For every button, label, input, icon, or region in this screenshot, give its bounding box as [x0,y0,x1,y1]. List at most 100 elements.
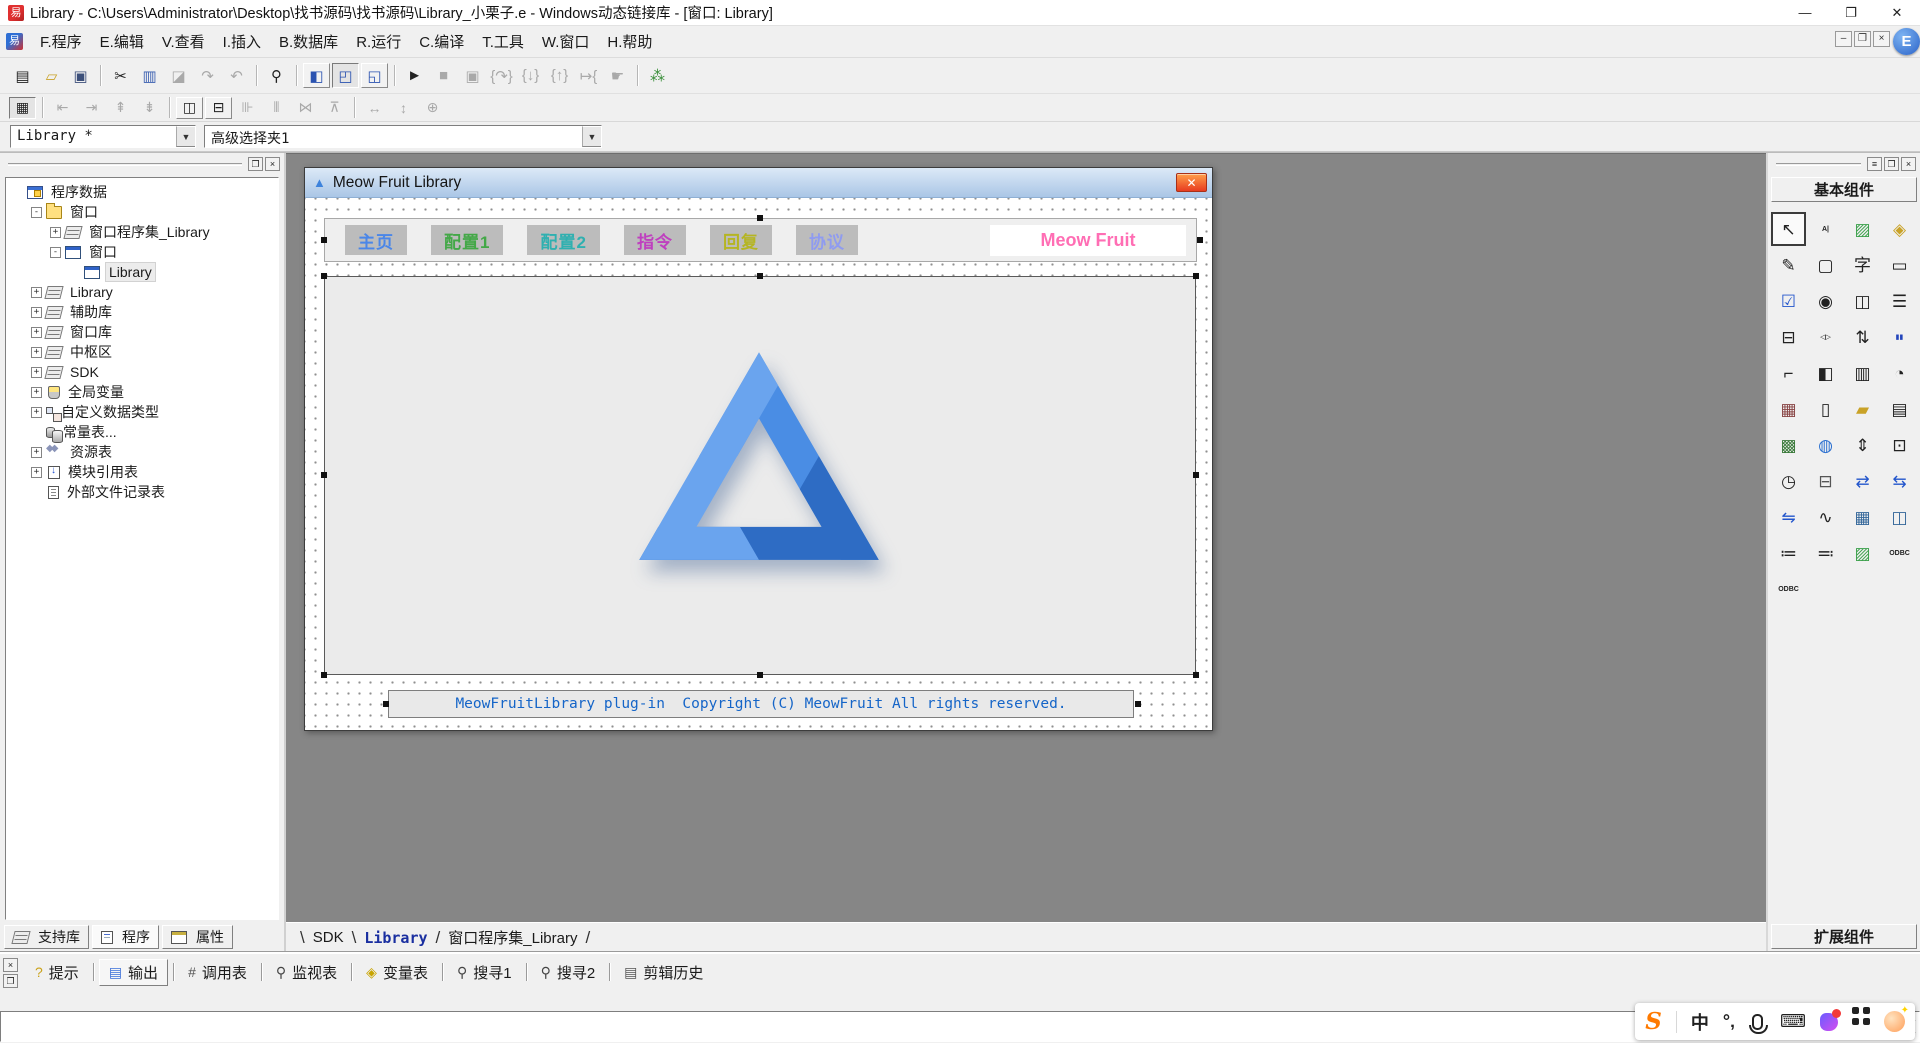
output-tab-监视表[interactable]: ⚲监视表 [267,959,346,986]
expand-icon[interactable]: + [31,467,42,478]
scroll-bar-icon[interactable]: ⇅ [1845,320,1880,354]
tree-item-Library[interactable]: Library [6,262,278,282]
punctuation-mode-icon[interactable]: °‚ [1723,1011,1735,1032]
save-file-button[interactable]: ▣ [67,63,94,88]
expand-icon[interactable]: + [31,327,42,338]
mdi-close-button[interactable]: × [1873,31,1890,47]
tab-程序[interactable]: 程序 [92,925,159,949]
tree-item-SDK[interactable]: +SDK [6,362,278,382]
run-button[interactable]: ► [401,63,428,88]
rich-edit-icon[interactable]: ✎ [1771,248,1806,282]
nav-button-回复[interactable]: 回复 [710,225,772,255]
menu-T.工具[interactable]: T.工具 [473,27,533,56]
tree-item-中枢区[interactable]: +中枢区 [6,342,278,362]
group-box-icon[interactable]: ▢ [1808,248,1843,282]
odbc-source-icon[interactable]: ODBC [1771,572,1806,606]
color-picker-icon[interactable]: ▩ [1771,428,1806,462]
pointer-tool-icon[interactable]: ↖ [1771,212,1806,246]
file-table-icon[interactable]: ≔ [1771,536,1806,570]
selection-handle[interactable] [1197,237,1203,243]
picture-box-control[interactable] [324,276,1196,675]
expand-icon[interactable]: + [31,287,42,298]
expand-icon[interactable]: + [31,367,42,378]
updown-box-icon[interactable]: ⇕ [1845,428,1880,462]
tree-item-资源表[interactable]: +资源表 [6,442,278,462]
mdi-minimize-button[interactable]: – [1835,31,1852,47]
menu-F.程序[interactable]: F.程序 [31,27,91,56]
cut-button[interactable]: ✂ [107,63,134,88]
data-grid-icon[interactable]: ▦ [1845,500,1880,534]
expand-icon[interactable]: + [31,407,42,418]
list-box-icon[interactable]: ☰ [1882,284,1917,318]
expand-icon[interactable]: + [50,227,61,238]
object-selector[interactable]: Library * ▼ [10,125,196,148]
panel-restore-button[interactable]: ❐ [1884,157,1899,171]
maximize-button[interactable]: ❐ [1828,0,1874,26]
designer-form-titlebar[interactable]: ▲ Meow Fruit Library ✕ [305,168,1212,198]
button-icon[interactable]: ▭ [1882,248,1917,282]
selection-handle[interactable] [383,701,389,707]
tab-control-icon[interactable]: ◧ [1808,356,1843,390]
menu-B.数据库[interactable]: B.数据库 [270,27,347,56]
progress-bar-icon[interactable]: ▮▮ [1882,320,1917,354]
table-box-icon[interactable]: ▦ [1771,392,1806,426]
expand-icon[interactable]: + [31,307,42,318]
dropdown-arrow-icon[interactable]: ▼ [582,126,601,147]
menu-V.查看[interactable]: V.查看 [153,27,214,56]
tree-item-窗口[interactable]: -窗口 [6,242,278,262]
memory-table-icon[interactable]: ≕ [1808,536,1843,570]
toolbox-icon[interactable] [1852,1007,1859,1014]
menu-C.编译[interactable]: C.编译 [410,27,473,56]
timer-icon[interactable]: ◷ [1771,464,1806,498]
debug-paw-button[interactable]: ⁂ [644,63,671,88]
smart-assistant-icon[interactable] [1884,1011,1905,1032]
panel-restore-button[interactable]: ❐ [248,157,263,171]
selection-handle[interactable] [1193,672,1199,678]
layout-split-button[interactable]: ◰ [332,63,359,88]
nav-panel[interactable]: 主页配置1配置2指令回复协议Meow Fruit [324,218,1197,262]
layout-code-button[interactable]: ◧ [303,63,330,88]
doc-tab-窗口程序集_Library[interactable]: 窗口程序集_Library [442,927,583,948]
skin-center-icon[interactable] [1820,1013,1838,1031]
dial-icon[interactable]: ◔ [1882,356,1917,390]
document-box-icon[interactable]: ▤ [1882,392,1917,426]
data-navigator-icon[interactable]: ◫ [1882,500,1917,534]
tree-item-Library[interactable]: +Library [6,282,278,302]
output-tab-提示[interactable]: ?提示 [26,959,88,986]
doc-tab-Library[interactable]: Library [358,929,433,947]
selection-handle[interactable] [757,215,763,221]
output-tab-输出[interactable]: ▤输出 [99,959,168,986]
minimize-button[interactable]: — [1782,0,1828,26]
designer-form[interactable]: ▲ Meow Fruit Library ✕ 主页配置1配置2指令回复协议Meo… [304,167,1213,731]
tree-item-模块引用表[interactable]: +模块引用表 [6,462,278,482]
close-button[interactable]: ✕ [1874,0,1920,26]
tree-item-窗口[interactable]: -窗口 [6,202,278,222]
check-box-icon[interactable]: ☑ [1771,284,1806,318]
tree-item-自定义数据类型[interactable]: +自定义数据类型 [6,402,278,422]
window-component-icon[interactable]: ⊡ [1882,428,1917,462]
tree-item-辅助库[interactable]: +辅助库 [6,302,278,322]
expand-icon[interactable]: + [31,447,42,458]
open-file-button[interactable]: ▱ [38,63,65,88]
output-tab-变量表[interactable]: ◈变量表 [357,959,437,986]
panel-grip[interactable] [8,163,242,166]
shape-icon[interactable]: ◈ [1882,212,1917,246]
nav-button-指令[interactable]: 指令 [624,225,686,255]
form-client-area[interactable]: 主页配置1配置2指令回复协议Meow Fruit [305,198,1212,730]
expand-icon[interactable]: + [31,387,42,398]
selection-handle[interactable] [321,672,327,678]
menu-E.编辑[interactable]: E.编辑 [91,27,153,56]
animation-box-icon[interactable]: ▥ [1845,356,1880,390]
form-close-button[interactable]: ✕ [1176,173,1207,192]
nav-button-协议[interactable]: 协议 [796,225,858,255]
selection-handle[interactable] [321,273,327,279]
find-button[interactable]: ⚲ [263,63,290,88]
list-view-icon[interactable]: ◫ [1845,284,1880,318]
client-socket-icon[interactable]: ⇄ [1845,464,1880,498]
tree-item-全局变量[interactable]: +全局变量 [6,382,278,402]
selection-handle[interactable] [321,472,327,478]
nav-button-配置1[interactable]: 配置1 [431,225,503,255]
menu-R.运行[interactable]: R.运行 [347,27,410,56]
menu-W.窗口[interactable]: W.窗口 [533,27,599,56]
tree-item-外部文件记录表[interactable]: 外部文件记录表 [6,482,278,502]
